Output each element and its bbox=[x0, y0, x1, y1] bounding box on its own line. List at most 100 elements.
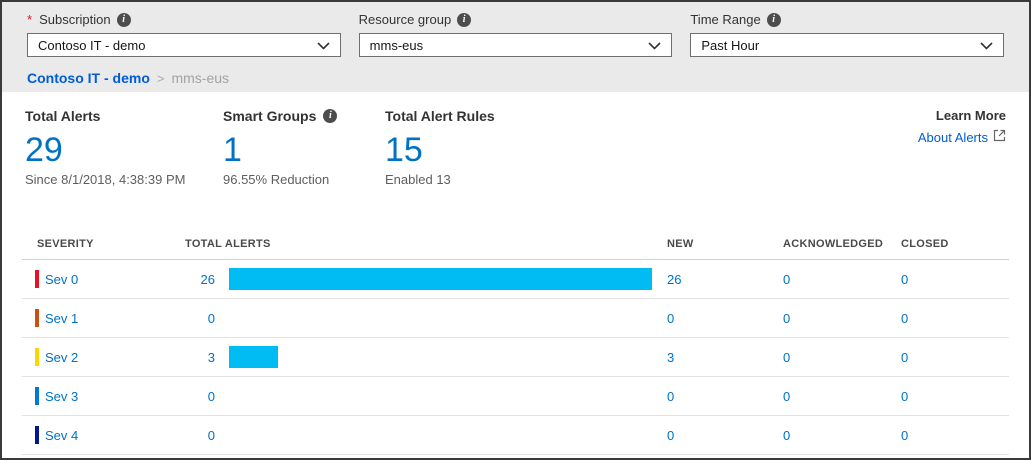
severity-table: SEVERITY TOTAL ALERTS NEW ACKNOWLEDGED C… bbox=[2, 229, 1029, 455]
table-row: Sev 4 0 0 0 0 bbox=[22, 416, 1009, 455]
total-alerts-value[interactable]: 0 bbox=[185, 389, 229, 404]
acknowledged-value[interactable]: 0 bbox=[783, 389, 901, 404]
resource-group-info-icon[interactable]: i bbox=[457, 13, 471, 27]
resource-group-filter: Resource group i mms-eus bbox=[359, 12, 673, 57]
total-alerts-caption: Since 8/1/2018, 4:38:39 PM bbox=[25, 172, 223, 187]
severity-link[interactable]: Sev 3 bbox=[45, 389, 78, 404]
stat-total-alerts: Total Alerts 29 Since 8/1/2018, 4:38:39 … bbox=[25, 108, 223, 187]
severity-color-chip bbox=[35, 309, 39, 327]
table-row: Sev 0 26 26 0 0 bbox=[22, 260, 1009, 299]
severity-link[interactable]: Sev 2 bbox=[45, 350, 78, 365]
resource-group-label-text: Resource group bbox=[359, 12, 452, 28]
acknowledged-value[interactable]: 0 bbox=[783, 311, 901, 326]
time-range-label-text: Time Range bbox=[690, 12, 760, 28]
resource-group-label: Resource group i bbox=[359, 12, 673, 28]
chevron-down-icon bbox=[648, 38, 661, 53]
new-value[interactable]: 3 bbox=[667, 350, 783, 365]
resource-group-select[interactable]: mms-eus bbox=[359, 33, 673, 57]
severity-link[interactable]: Sev 0 bbox=[45, 272, 78, 287]
learn-more-block: Learn More About Alerts bbox=[918, 108, 1006, 187]
time-range-label: Time Range i bbox=[690, 12, 1004, 28]
subscription-label: * Subscription i bbox=[27, 12, 341, 28]
severity-link[interactable]: Sev 1 bbox=[45, 311, 78, 326]
severity-cell: Sev 4 bbox=[22, 426, 185, 444]
header-closed: CLOSED bbox=[901, 238, 1009, 250]
total-alert-rules-count: 15 bbox=[385, 131, 645, 169]
header-severity: SEVERITY bbox=[22, 238, 185, 250]
new-value[interactable]: 0 bbox=[667, 428, 783, 443]
severity-cell: Sev 0 bbox=[22, 270, 185, 288]
subscription-filter: * Subscription i Contoso IT - demo bbox=[27, 12, 341, 57]
smart-groups-count: 1 bbox=[223, 131, 385, 169]
smart-groups-label: Smart Groups i bbox=[223, 108, 385, 124]
table-row: Sev 2 3 3 0 0 bbox=[22, 338, 1009, 377]
table-row: Sev 3 0 0 0 0 bbox=[22, 377, 1009, 416]
header-new: NEW bbox=[667, 238, 783, 250]
total-alerts-bar-cell bbox=[229, 268, 667, 290]
about-alerts-link[interactable]: About Alerts bbox=[918, 129, 1006, 145]
smart-groups-label-text: Smart Groups bbox=[223, 108, 316, 124]
total-alert-rules-caption: Enabled 13 bbox=[385, 172, 645, 187]
learn-more-title: Learn More bbox=[918, 108, 1006, 123]
filter-row: * Subscription i Contoso IT - demo Resou… bbox=[27, 12, 1004, 57]
subscription-select[interactable]: Contoso IT - demo bbox=[27, 33, 341, 57]
alerts-table-body: Sev 0 26 26 0 0 Sev 1 0 0 0 0 Sev 2 3 3 bbox=[22, 260, 1009, 455]
closed-value[interactable]: 0 bbox=[901, 272, 1009, 287]
time-range-info-icon[interactable]: i bbox=[767, 13, 781, 27]
subscription-select-value: Contoso IT - demo bbox=[38, 38, 145, 53]
severity-link[interactable]: Sev 4 bbox=[45, 428, 78, 443]
closed-value[interactable]: 0 bbox=[901, 389, 1009, 404]
header-acknowledged: ACKNOWLEDGED bbox=[783, 238, 901, 250]
total-alerts-value[interactable]: 0 bbox=[185, 428, 229, 443]
total-alert-rules-label-text: Total Alert Rules bbox=[385, 108, 495, 124]
total-alerts-bar-cell bbox=[229, 424, 667, 446]
breadcrumb: Contoso IT - demo > mms-eus bbox=[27, 70, 1004, 86]
header-total-alerts: TOTAL ALERTS bbox=[185, 238, 667, 250]
acknowledged-value[interactable]: 0 bbox=[783, 272, 901, 287]
closed-value[interactable]: 0 bbox=[901, 311, 1009, 326]
acknowledged-value[interactable]: 0 bbox=[783, 350, 901, 365]
time-range-select[interactable]: Past Hour bbox=[690, 33, 1004, 57]
total-alerts-label: Total Alerts bbox=[25, 108, 223, 124]
severity-color-chip bbox=[35, 426, 39, 444]
total-alerts-value[interactable]: 0 bbox=[185, 311, 229, 326]
severity-color-chip bbox=[35, 387, 39, 405]
new-value[interactable]: 0 bbox=[667, 311, 783, 326]
severity-color-chip bbox=[35, 270, 39, 288]
table-row: Sev 1 0 0 0 0 bbox=[22, 299, 1009, 338]
new-value[interactable]: 26 bbox=[667, 272, 783, 287]
required-asterisk: * bbox=[27, 12, 32, 28]
chevron-down-icon bbox=[980, 38, 993, 53]
severity-color-chip bbox=[35, 348, 39, 366]
breadcrumb-subscription[interactable]: Contoso IT - demo bbox=[27, 70, 150, 86]
severity-cell: Sev 3 bbox=[22, 387, 185, 405]
acknowledged-value[interactable]: 0 bbox=[783, 428, 901, 443]
total-alerts-label-text: Total Alerts bbox=[25, 108, 100, 124]
total-alerts-value[interactable]: 3 bbox=[185, 350, 229, 365]
total-alerts-bar-cell bbox=[229, 307, 667, 329]
total-alerts-bar-cell bbox=[229, 385, 667, 407]
filter-band: * Subscription i Contoso IT - demo Resou… bbox=[2, 2, 1029, 92]
smart-groups-info-icon[interactable]: i bbox=[323, 109, 337, 123]
severity-cell: Sev 1 bbox=[22, 309, 185, 327]
alerts-dashboard: * Subscription i Contoso IT - demo Resou… bbox=[0, 0, 1031, 460]
closed-value[interactable]: 0 bbox=[901, 350, 1009, 365]
severity-cell: Sev 2 bbox=[22, 348, 185, 366]
table-header-row: SEVERITY TOTAL ALERTS NEW ACKNOWLEDGED C… bbox=[22, 229, 1009, 260]
about-alerts-link-text: About Alerts bbox=[918, 130, 988, 145]
smart-groups-caption: 96.55% Reduction bbox=[223, 172, 385, 187]
total-alerts-bar bbox=[229, 346, 278, 368]
total-alerts-bar bbox=[229, 268, 652, 290]
new-value[interactable]: 0 bbox=[667, 389, 783, 404]
stat-total-alert-rules: Total Alert Rules 15 Enabled 13 bbox=[385, 108, 645, 187]
breadcrumb-separator-icon: > bbox=[157, 71, 165, 86]
stat-smart-groups: Smart Groups i 1 96.55% Reduction bbox=[223, 108, 385, 187]
total-alerts-value[interactable]: 26 bbox=[185, 272, 229, 287]
total-alerts-count: 29 bbox=[25, 131, 223, 169]
subscription-info-icon[interactable]: i bbox=[117, 13, 131, 27]
total-alerts-bar-cell bbox=[229, 346, 667, 368]
total-alert-rules-label: Total Alert Rules bbox=[385, 108, 645, 124]
closed-value[interactable]: 0 bbox=[901, 428, 1009, 443]
breadcrumb-resource-group: mms-eus bbox=[171, 70, 229, 86]
resource-group-select-value: mms-eus bbox=[370, 38, 423, 53]
